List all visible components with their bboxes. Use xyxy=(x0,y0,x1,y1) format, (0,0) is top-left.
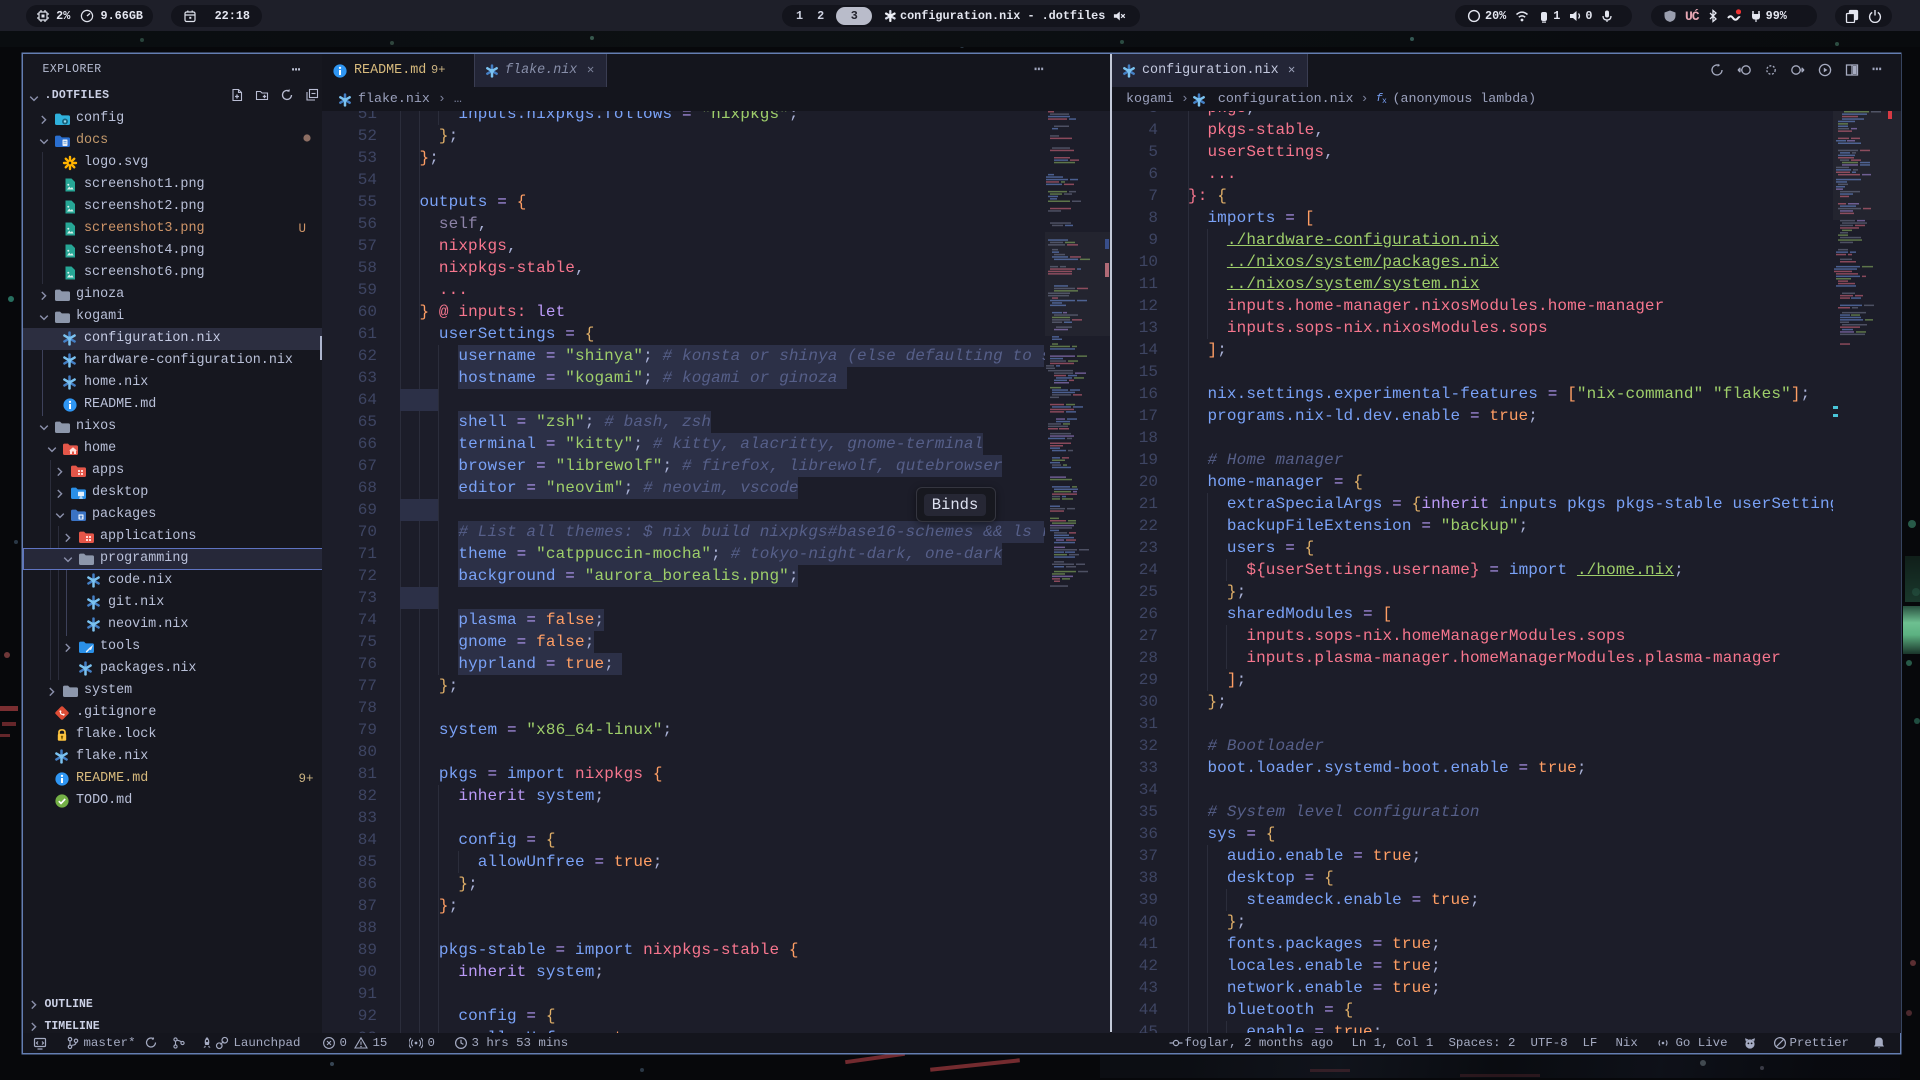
svg-text:x: x xyxy=(1382,97,1387,104)
